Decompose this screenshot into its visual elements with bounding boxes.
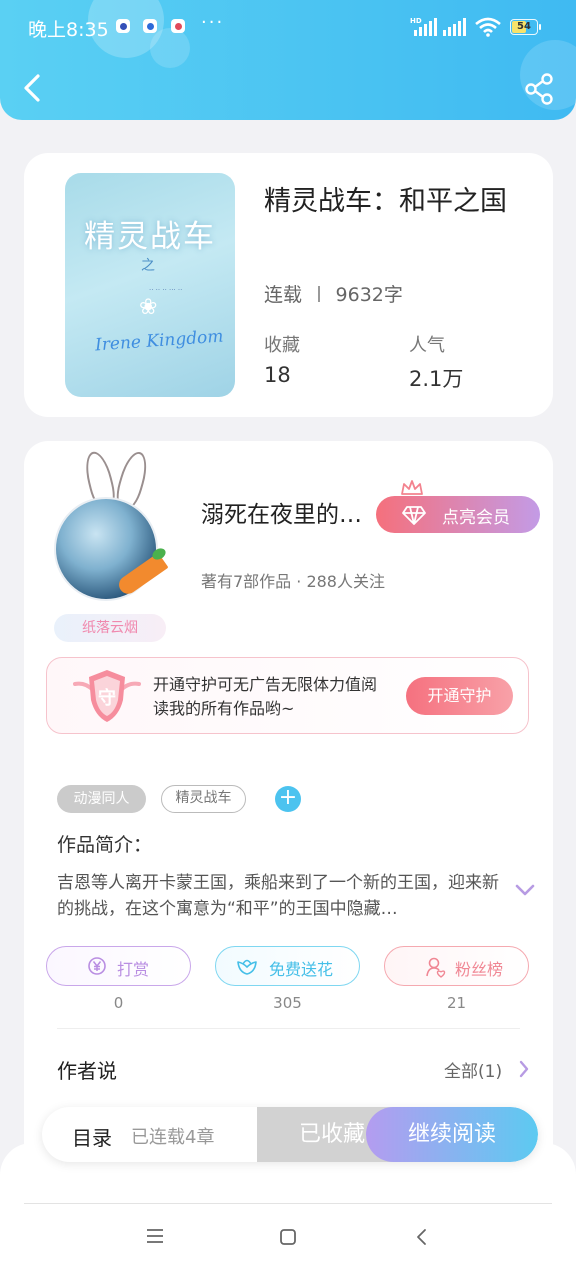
diamond-icon <box>402 506 426 525</box>
tag-book-series[interactable]: 精灵战车 <box>161 785 246 813</box>
continue-reading-button[interactable]: 继续阅读 <box>366 1107 538 1162</box>
app-notification-icon <box>116 19 130 33</box>
author-say-title: 作者说 <box>57 1059 117 1083</box>
home-nav-icon[interactable] <box>279 1228 297 1246</box>
menu-nav-icon[interactable] <box>146 1228 164 1244</box>
book-info-card: 精灵战车 之 ·· ·· ·· ··· ·· ❀ Irene Kingdom 精… <box>24 153 553 417</box>
flower-icon: ❀ <box>139 295 158 320</box>
share-icon[interactable] <box>522 72 556 106</box>
shield-text: 守 <box>98 687 116 709</box>
popularity-count: 2.1万 <box>409 367 464 391</box>
back-nav-icon[interactable] <box>414 1228 428 1246</box>
author-stats: 著有7部作品 · 288人关注 <box>201 572 385 591</box>
guard-text: 开通守护可无广告无限体力值阅读我的所有作品哟~ <box>153 675 378 718</box>
book-status: 连载 <box>264 284 303 306</box>
author-avatar[interactable]: 纸落云烟 <box>52 448 212 651</box>
book-detail-card: 纸落云烟 溺死在夜里的… 点亮会员 著有7部作品 · 288人关注 守 开通守护… <box>24 441 553 1201</box>
book-cover[interactable]: 精灵战车 之 ·· ·· ·· ··· ·· ❀ Irene Kingdom <box>65 173 235 397</box>
user-icon <box>426 957 446 978</box>
author-badge: 纸落云烟 <box>54 614 166 642</box>
header: 晚上8:35 ··· HD 54 <box>0 0 576 120</box>
vip-button-label: 点亮会员 <box>442 508 510 528</box>
chevron-right-icon[interactable] <box>518 1059 530 1079</box>
popularity-label: 人气 <box>409 335 445 356</box>
flower-icon <box>237 959 257 975</box>
cover-title: 精灵战车 <box>84 219 216 255</box>
tag-anime-fanfic[interactable]: 动漫同人 <box>57 785 146 813</box>
reward-label: 打赏 <box>117 960 150 979</box>
meta-divider <box>318 285 320 302</box>
word-count: 9632字 <box>335 284 403 306</box>
flower-count: 305 <box>273 994 302 1012</box>
vip-button[interactable]: 点亮会员 <box>376 496 540 533</box>
back-button[interactable] <box>16 70 48 106</box>
status-time: 晚上8:35 <box>28 19 109 41</box>
battery-icon: 54 <box>510 19 541 35</box>
bottom-panel <box>0 1143 576 1280</box>
intro-text: 吉恩等人离开卡蒙王国，乘船来到了一个新的王国，迎来新的挑战，在这个寓意为“和平”… <box>57 873 499 919</box>
status-bar: 晚上8:35 ··· HD 54 <box>0 0 576 56</box>
send-flower-label: 免费送花 <box>269 960 334 979</box>
signal-icon <box>414 18 437 36</box>
app-notification-icon <box>171 19 185 33</box>
fan-count: 21 <box>446 994 467 1012</box>
shield-icon: 守 <box>73 670 141 722</box>
reading-action-bar: 目录 已连载4章 已收藏 继续阅读 <box>42 1107 538 1162</box>
app-notification-icon <box>143 19 157 33</box>
expand-chevron-icon[interactable] <box>514 883 536 897</box>
cover-zhi: 之 <box>141 258 155 274</box>
add-tag-button[interactable]: + <box>275 786 301 812</box>
toc-button[interactable]: 目录 <box>72 1122 112 1151</box>
guard-banner[interactable]: 守 开通守护可无广告无限体力值阅读我的所有作品哟~ 开通守护 <box>46 657 529 734</box>
yen-coin-icon <box>88 957 106 975</box>
intro-title: 作品简介： <box>57 834 153 856</box>
send-flower-button[interactable]: 免费送花 <box>215 946 360 986</box>
favorites-label: 收藏 <box>264 335 300 356</box>
bottom-separator <box>24 1203 552 1204</box>
cover-subtitle: Irene Kingdom <box>94 326 225 356</box>
signal-icon <box>443 18 466 36</box>
favorites-count: 18 <box>264 363 291 387</box>
author-say-all-link[interactable]: 全部(1) <box>444 1057 502 1082</box>
wifi-icon <box>475 17 501 37</box>
more-notifications-icon: ··· <box>201 12 225 33</box>
guard-button[interactable]: 开通守护 <box>406 677 513 715</box>
reward-count: 0 <box>113 994 124 1012</box>
author-name[interactable]: 溺死在夜里的… <box>201 495 379 529</box>
divider <box>57 1028 520 1029</box>
book-meta: 连载 9632字 <box>264 280 403 307</box>
fan-ranking-button[interactable]: 粉丝榜 <box>384 946 529 986</box>
reward-button[interactable]: 打赏 <box>46 946 191 986</box>
fan-ranking-label: 粉丝榜 <box>455 960 504 979</box>
crown-icon <box>401 480 423 495</box>
chapter-count[interactable]: 已连载4章 <box>131 1123 214 1149</box>
book-title: 精灵战车：和平之国 <box>264 186 507 217</box>
cover-small-text: ·· ·· ·· ··· ·· <box>149 286 183 294</box>
